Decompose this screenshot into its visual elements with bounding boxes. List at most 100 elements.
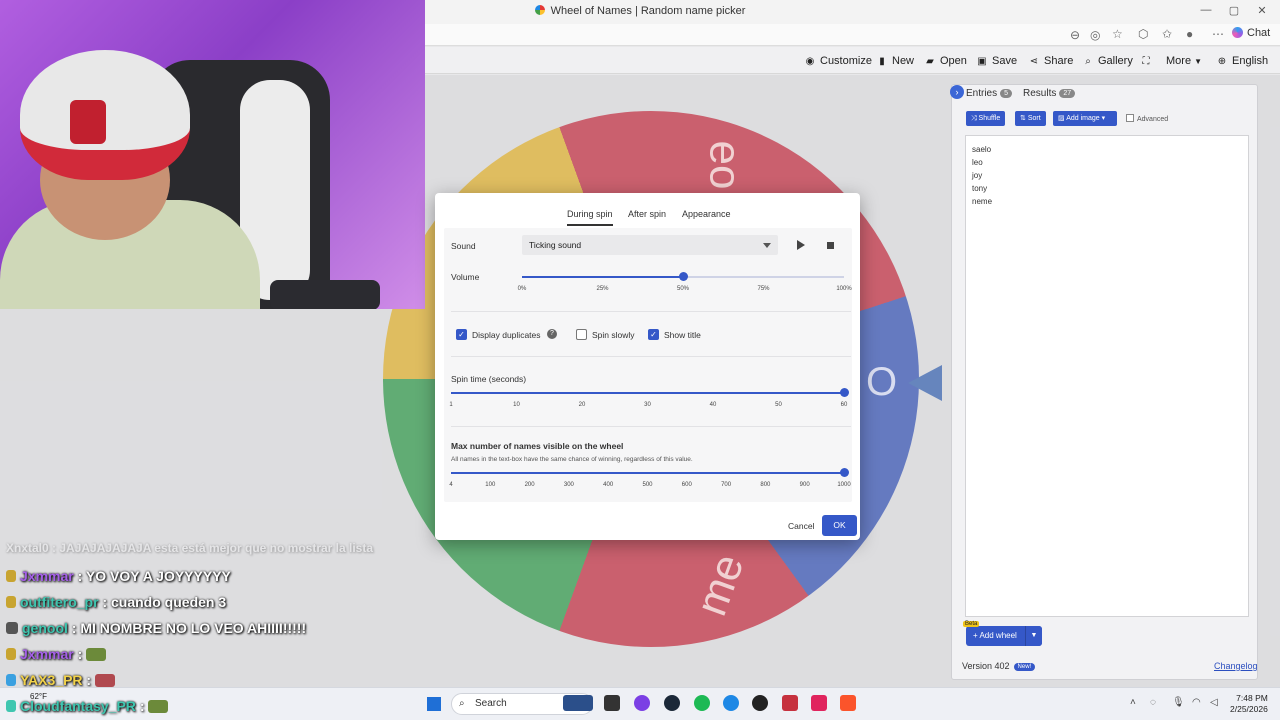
shuffle-button[interactable]: ⤨ Shuffle	[966, 111, 1006, 126]
spin-time-label: Spin time (seconds)	[451, 374, 527, 384]
wheel-logo-icon	[534, 5, 545, 15]
slider-tick-label: 50	[775, 402, 782, 408]
collapse-panel-icon[interactable]: ›	[950, 85, 964, 99]
extensions-icon[interactable]: ⬡	[1138, 27, 1148, 41]
changelog-link[interactable]: Changelog	[1214, 661, 1258, 671]
entry-item: tony	[972, 184, 988, 193]
app-icon[interactable]	[782, 695, 798, 711]
menu-dots-icon[interactable]: ⋯	[1212, 27, 1224, 41]
tab-during-spin[interactable]: During spin	[567, 209, 613, 226]
chat-username: Cloudfantasy_PR	[20, 698, 136, 714]
add-image-button[interactable]: ▨ Add image ▾	[1053, 111, 1117, 126]
save-label: Save	[992, 55, 1018, 67]
badge-icon	[6, 570, 16, 582]
entry-item: neme	[972, 197, 993, 206]
microphone-icon[interactable]: 🎙	[1172, 697, 1185, 708]
clock-time: 7:48 PM	[1236, 693, 1268, 703]
show-title-checkbox[interactable]: ✓	[648, 329, 659, 340]
tiktok-icon[interactable]	[811, 695, 827, 711]
max-names-slider-handle[interactable]	[839, 468, 849, 477]
microphone	[270, 280, 380, 309]
chat-text: Xnxtal0 : JAJAJAJAJAJA esta está mejor q…	[6, 541, 374, 555]
ok-button[interactable]: OK	[822, 515, 857, 536]
favorites-icon[interactable]: ✩	[1162, 27, 1172, 41]
language-button[interactable]: ⊕ English	[1216, 55, 1268, 67]
widget-app-icon[interactable]	[563, 695, 593, 711]
tab-after-spin[interactable]: After spin	[628, 209, 666, 219]
slider-tick-label: 30	[644, 402, 651, 408]
sound-select[interactable]: Ticking sound	[522, 235, 778, 255]
divider	[451, 426, 851, 427]
minimize-button[interactable]: —	[1198, 4, 1214, 16]
slider-tick-label: 40	[709, 402, 717, 408]
close-button[interactable]: ✕	[1254, 4, 1270, 17]
help-icon[interactable]: ?	[547, 329, 557, 339]
volume-slider-handle[interactable]	[678, 272, 688, 281]
spin-time-slider-fill	[451, 392, 844, 394]
favorite-star-icon[interactable]: ☆	[1112, 27, 1123, 41]
results-count-badge: 27	[1059, 89, 1076, 98]
slider-tick-label: 100	[485, 482, 496, 488]
volume-label: Volume	[451, 272, 480, 282]
zoom-icon[interactable]: ⊖	[1070, 28, 1080, 42]
sound-label: Sound	[451, 241, 476, 251]
share-label: Share	[1044, 55, 1074, 67]
open-button[interactable]: ▰ Open	[924, 55, 967, 67]
more-button[interactable]: More ▼	[1166, 55, 1202, 67]
stop-icon[interactable]	[827, 242, 834, 249]
cancel-button[interactable]: Cancel	[788, 521, 814, 531]
badge-icon	[6, 596, 16, 608]
entries-textbox[interactable]: saelo leo joy tony neme	[965, 135, 1249, 617]
sort-button[interactable]: ⇅ Sort	[1015, 111, 1046, 126]
tab-results[interactable]: Results 27	[1023, 88, 1076, 99]
webcam-overlay	[0, 0, 425, 309]
obs-icon[interactable]	[752, 695, 768, 711]
add-wheel-label: Add wheel	[979, 631, 1017, 640]
advanced-checkbox[interactable]: Advanced	[1126, 114, 1168, 123]
read-aloud-icon[interactable]: ◎	[1090, 28, 1100, 42]
tab-appearance[interactable]: Appearance	[682, 209, 731, 219]
share-button[interactable]: ⋖ Share	[1028, 55, 1074, 67]
gallery-button[interactable]: ⌕ Gallery	[1082, 55, 1133, 67]
search-icon: ⌕	[459, 698, 465, 709]
shuffle-label: Shuffle	[978, 115, 1001, 122]
slider-tick-label: 50%	[676, 286, 690, 292]
entry-item: saelo	[972, 145, 992, 154]
display-duplicates-label: Display duplicates	[472, 330, 541, 340]
slider-tick-label: 700	[721, 482, 732, 488]
edge-icon[interactable]	[723, 695, 739, 711]
display-duplicates-checkbox[interactable]: ✓	[456, 329, 467, 340]
spin-slowly-checkbox[interactable]	[576, 329, 587, 340]
profile-icon[interactable]: ●	[1186, 27, 1193, 41]
tray-overflow-icon[interactable]: ˄	[1130, 697, 1136, 708]
new-button[interactable]: ▮ New	[876, 55, 914, 67]
volume-icon[interactable]: ◁	[1210, 697, 1218, 708]
spin-time-slider-handle[interactable]	[839, 388, 849, 397]
checkbox-box[interactable]	[1126, 114, 1134, 122]
save-button[interactable]: ▣ Save	[976, 55, 1017, 67]
slider-tick-label: 10	[513, 402, 520, 408]
slider-tick-label: 1	[449, 402, 453, 408]
add-wheel-dropdown[interactable]: ▼	[1025, 626, 1042, 646]
system-clock[interactable]: 7:48 PM 2/25/2026	[1230, 693, 1268, 715]
chat-text: : cuando queden 3	[102, 594, 227, 610]
tab-entries[interactable]: Entries 5	[966, 88, 1013, 99]
new-file-icon: ▮	[879, 56, 885, 67]
play-icon[interactable]	[797, 240, 805, 250]
brave-icon[interactable]	[840, 695, 856, 711]
customize-label: Customize	[820, 55, 872, 67]
security-icon[interactable]: ◌	[1150, 697, 1156, 708]
windows-start-icon[interactable]	[427, 697, 441, 711]
customize-button[interactable]: ◉ Customize	[804, 55, 872, 67]
wifi-icon[interactable]: ◠	[1192, 697, 1201, 708]
discord-icon[interactable]	[634, 695, 650, 711]
badge-icon	[6, 648, 16, 660]
file-explorer-icon[interactable]	[604, 695, 620, 711]
spotify-icon[interactable]	[694, 695, 710, 711]
steam-icon[interactable]	[664, 695, 680, 711]
fullscreen-button[interactable]: ⛶	[1140, 55, 1156, 67]
maximize-button[interactable]: ▢	[1226, 4, 1242, 17]
divider	[451, 356, 851, 357]
show-title-label: Show title	[664, 330, 701, 340]
copilot-chat-button[interactable]: Chat	[1232, 27, 1270, 39]
